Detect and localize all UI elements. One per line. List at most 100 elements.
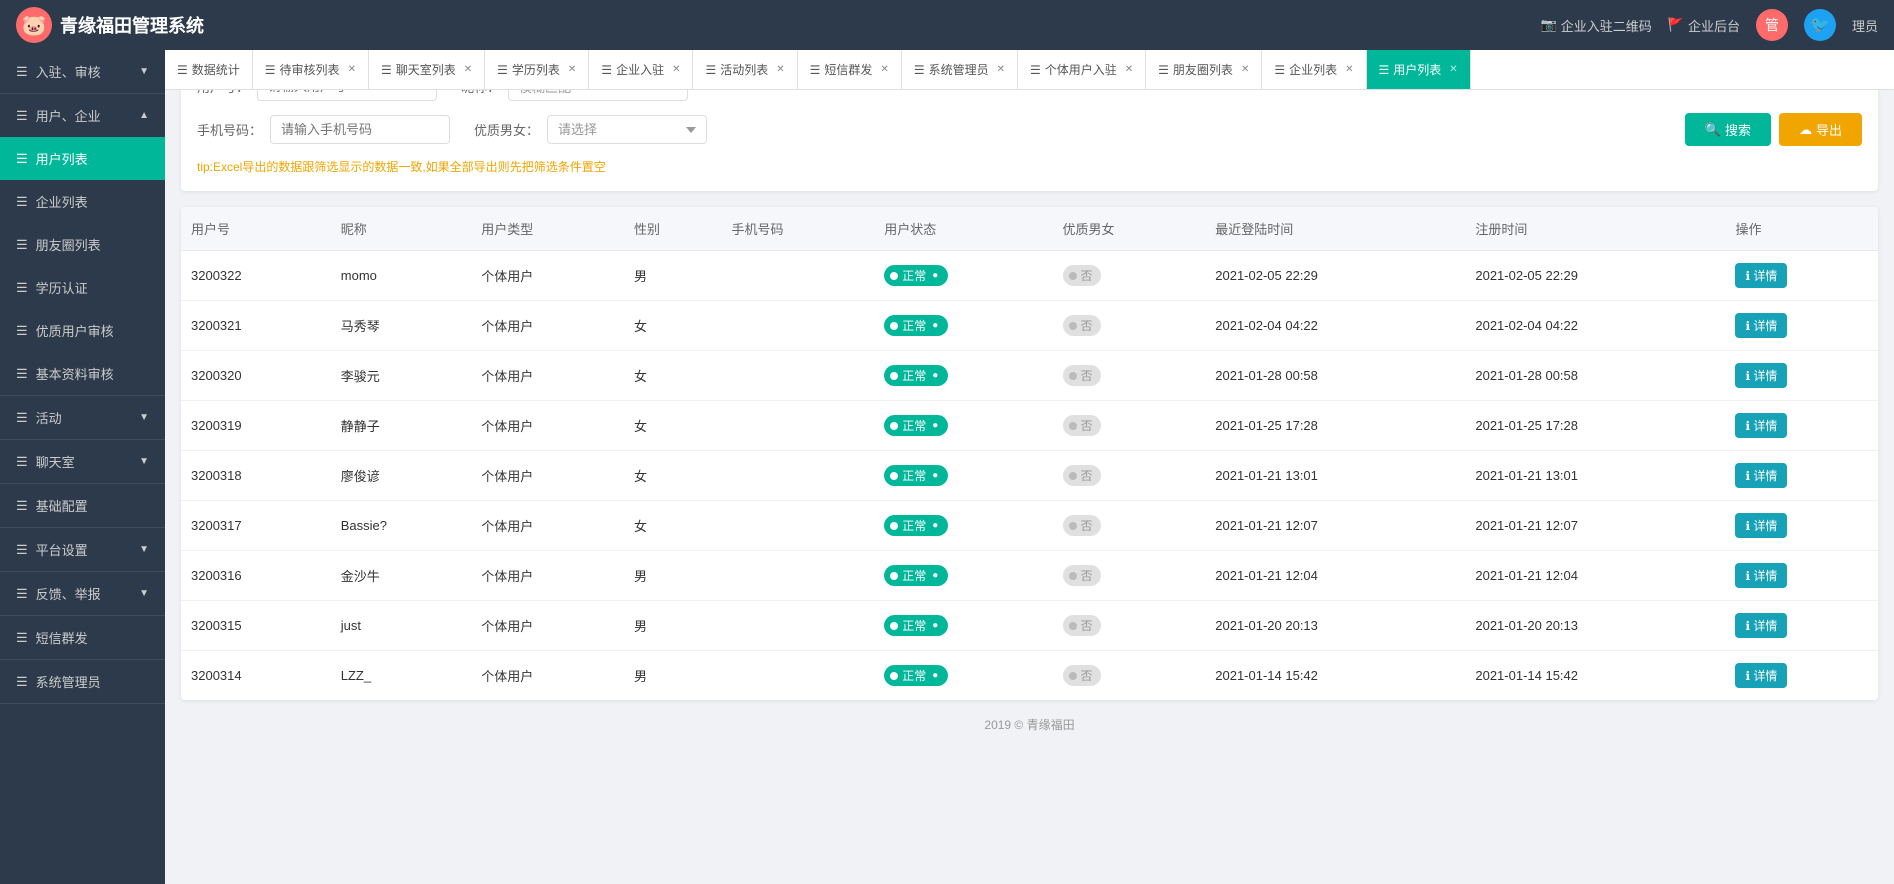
cell-status[interactable]: 正常 ● [874,551,1052,601]
cell-gender: 男 [624,601,722,651]
status-badge[interactable]: 正常 ● [884,515,948,536]
status-badge[interactable]: 正常 ● [884,615,948,636]
status-badge[interactable]: 正常 ● [884,665,948,686]
search-button[interactable]: 🔍 搜索 [1685,113,1771,146]
cell-last-login: 2021-02-04 04:22 [1205,301,1465,351]
tab-close-icon[interactable]: ✕ [348,64,356,75]
phone-input[interactable] [270,115,450,144]
cell-quality[interactable]: 否 [1053,601,1206,651]
quality-toggle[interactable]: 否 [1063,565,1101,586]
tab-close-icon[interactable]: ✕ [1241,64,1249,75]
tab-sms[interactable]: ☰ 短信群发 ✕ [798,50,902,90]
tab-icon: ☰ [1379,63,1390,77]
sidebar-item-moments[interactable]: ☰ 朋友圈列表 [0,223,165,266]
sidebar-item-profile-review[interactable]: ☰ 基本资料审核 [0,352,165,395]
tab-company-settle[interactable]: ☰ 企业入驻 ✕ [589,50,693,90]
tab-chatroom-list[interactable]: ☰ 聊天室列表 ✕ [369,50,485,90]
cell-status[interactable]: 正常 ● [874,451,1052,501]
tab-close-icon[interactable]: ✕ [1345,64,1353,75]
tab-close-icon[interactable]: ✕ [880,64,888,75]
status-badge[interactable]: 正常 ● [884,365,948,386]
sidebar-item-users-section[interactable]: ☰ 用户、企业 ▲ [0,94,165,137]
tab-close-icon[interactable]: ✕ [1125,64,1133,75]
quality-toggle[interactable]: 否 [1063,515,1101,536]
tab-activity-list[interactable]: ☰ 活动列表 ✕ [693,50,797,90]
tab-icon: ☰ [381,63,392,77]
detail-button[interactable]: ℹ 详情 [1735,563,1787,588]
quality-toggle[interactable]: 否 [1063,415,1101,436]
status-badge[interactable]: 正常 ● [884,265,948,286]
tab-individual-settle[interactable]: ☰ 个体用户入驻 ✕ [1018,50,1146,90]
export-button[interactable]: ☁ 导出 [1779,113,1862,146]
cell-quality[interactable]: 否 [1053,551,1206,601]
sidebar-item-admin[interactable]: ☰ 系统管理员 [0,660,165,703]
status-badge[interactable]: 正常 ● [884,415,948,436]
cell-status[interactable]: 正常 ● [874,301,1052,351]
cell-status[interactable]: 正常 ● [874,651,1052,701]
cell-status[interactable]: 正常 ● [874,251,1052,301]
tab-close-icon[interactable]: ✕ [776,64,784,75]
cell-quality[interactable]: 否 [1053,401,1206,451]
status-badge[interactable]: 正常 ● [884,465,948,486]
tab-close-icon[interactable]: ✕ [464,64,472,75]
qr-code-btn[interactable]: 📷 企业入驻二维码 [1541,16,1652,35]
cell-quality[interactable]: 否 [1053,301,1206,351]
detail-button[interactable]: ℹ 详情 [1735,313,1787,338]
avatar[interactable]: 管 [1756,9,1788,41]
cell-status[interactable]: 正常 ● [874,351,1052,401]
tab-user-list[interactable]: ☰ 用户列表 ✕ [1367,50,1471,90]
tab-education-list[interactable]: ☰ 学历列表 ✕ [485,50,589,90]
tab-close-icon[interactable]: ✕ [1449,64,1457,75]
sidebar-item-basic-config[interactable]: ☰ 基础配置 [0,484,165,527]
quality-toggle[interactable]: 否 [1063,265,1101,286]
detail-button[interactable]: ℹ 详情 [1735,663,1787,688]
backend-btn[interactable]: 🚩 企业后台 [1668,16,1740,35]
quality-toggle[interactable]: 否 [1063,665,1101,686]
tab-close-icon[interactable]: ✕ [997,64,1005,75]
detail-button[interactable]: ℹ 详情 [1735,263,1787,288]
cell-gender: 男 [624,551,722,601]
sidebar-item-platform[interactable]: ☰ 平台设置 ▼ [0,528,165,571]
cell-status[interactable]: 正常 ● [874,401,1052,451]
tab-pending-review[interactable]: ☰ 待审核列表 ✕ [253,50,369,90]
detail-button[interactable]: ℹ 详情 [1735,513,1787,538]
tab-close-icon[interactable]: ✕ [672,64,680,75]
quality-toggle[interactable]: 否 [1063,465,1101,486]
sidebar-label-feedback: 反馈、举报 [36,584,101,603]
sidebar-item-education[interactable]: ☰ 学历认证 [0,266,165,309]
cell-status[interactable]: 正常 ● [874,601,1052,651]
cell-quality[interactable]: 否 [1053,501,1206,551]
detail-button[interactable]: ℹ 详情 [1735,413,1787,438]
sidebar-item-company-list[interactable]: ☰ 企业列表 [0,180,165,223]
sidebar-item-chatroom[interactable]: ☰ 聊天室 ▼ [0,440,165,483]
cell-quality[interactable]: 否 [1053,351,1206,401]
sidebar-item-registration[interactable]: ☰ 入驻、审核 ▼ [0,50,165,93]
quality-toggle[interactable]: 否 [1063,315,1101,336]
tab-moments[interactable]: ☰ 朋友圈列表 ✕ [1146,50,1262,90]
tab-close-icon[interactable]: ✕ [568,64,576,75]
sidebar-item-quality-review[interactable]: ☰ 优质用户审核 [0,309,165,352]
cell-quality[interactable]: 否 [1053,451,1206,501]
cell-action: ℹ 详情 [1725,401,1878,451]
tab-enterprise-list[interactable]: ☰ 企业列表 ✕ [1262,50,1366,90]
tab-data-stats[interactable]: ☰ 数据统计 [165,50,253,90]
tab-system-admin[interactable]: ☰ 系统管理员 ✕ [902,50,1018,90]
cell-status[interactable]: 正常 ● [874,501,1052,551]
cell-action: ℹ 详情 [1725,451,1878,501]
detail-button[interactable]: ℹ 详情 [1735,363,1787,388]
quality-toggle[interactable]: 否 [1063,365,1101,386]
status-badge[interactable]: 正常 ● [884,565,948,586]
sidebar-item-sms[interactable]: ☰ 短信群发 [0,616,165,659]
cell-quality[interactable]: 否 [1053,651,1206,701]
detail-button[interactable]: ℹ 详情 [1735,613,1787,638]
sidebar-item-feedback[interactable]: ☰ 反馈、举报 ▼ [0,572,165,615]
quality-toggle[interactable]: 否 [1063,615,1101,636]
detail-button[interactable]: ℹ 详情 [1735,463,1787,488]
cell-action: ℹ 详情 [1725,601,1878,651]
cell-gender: 女 [624,301,722,351]
cell-quality[interactable]: 否 [1053,251,1206,301]
status-badge[interactable]: 正常 ● [884,315,948,336]
sidebar-item-activities[interactable]: ☰ 活动 ▼ [0,396,165,439]
sidebar-item-user-list[interactable]: ☰ 用户列表 [0,137,165,180]
quality-select[interactable]: 请选择 是 否 [547,115,707,144]
